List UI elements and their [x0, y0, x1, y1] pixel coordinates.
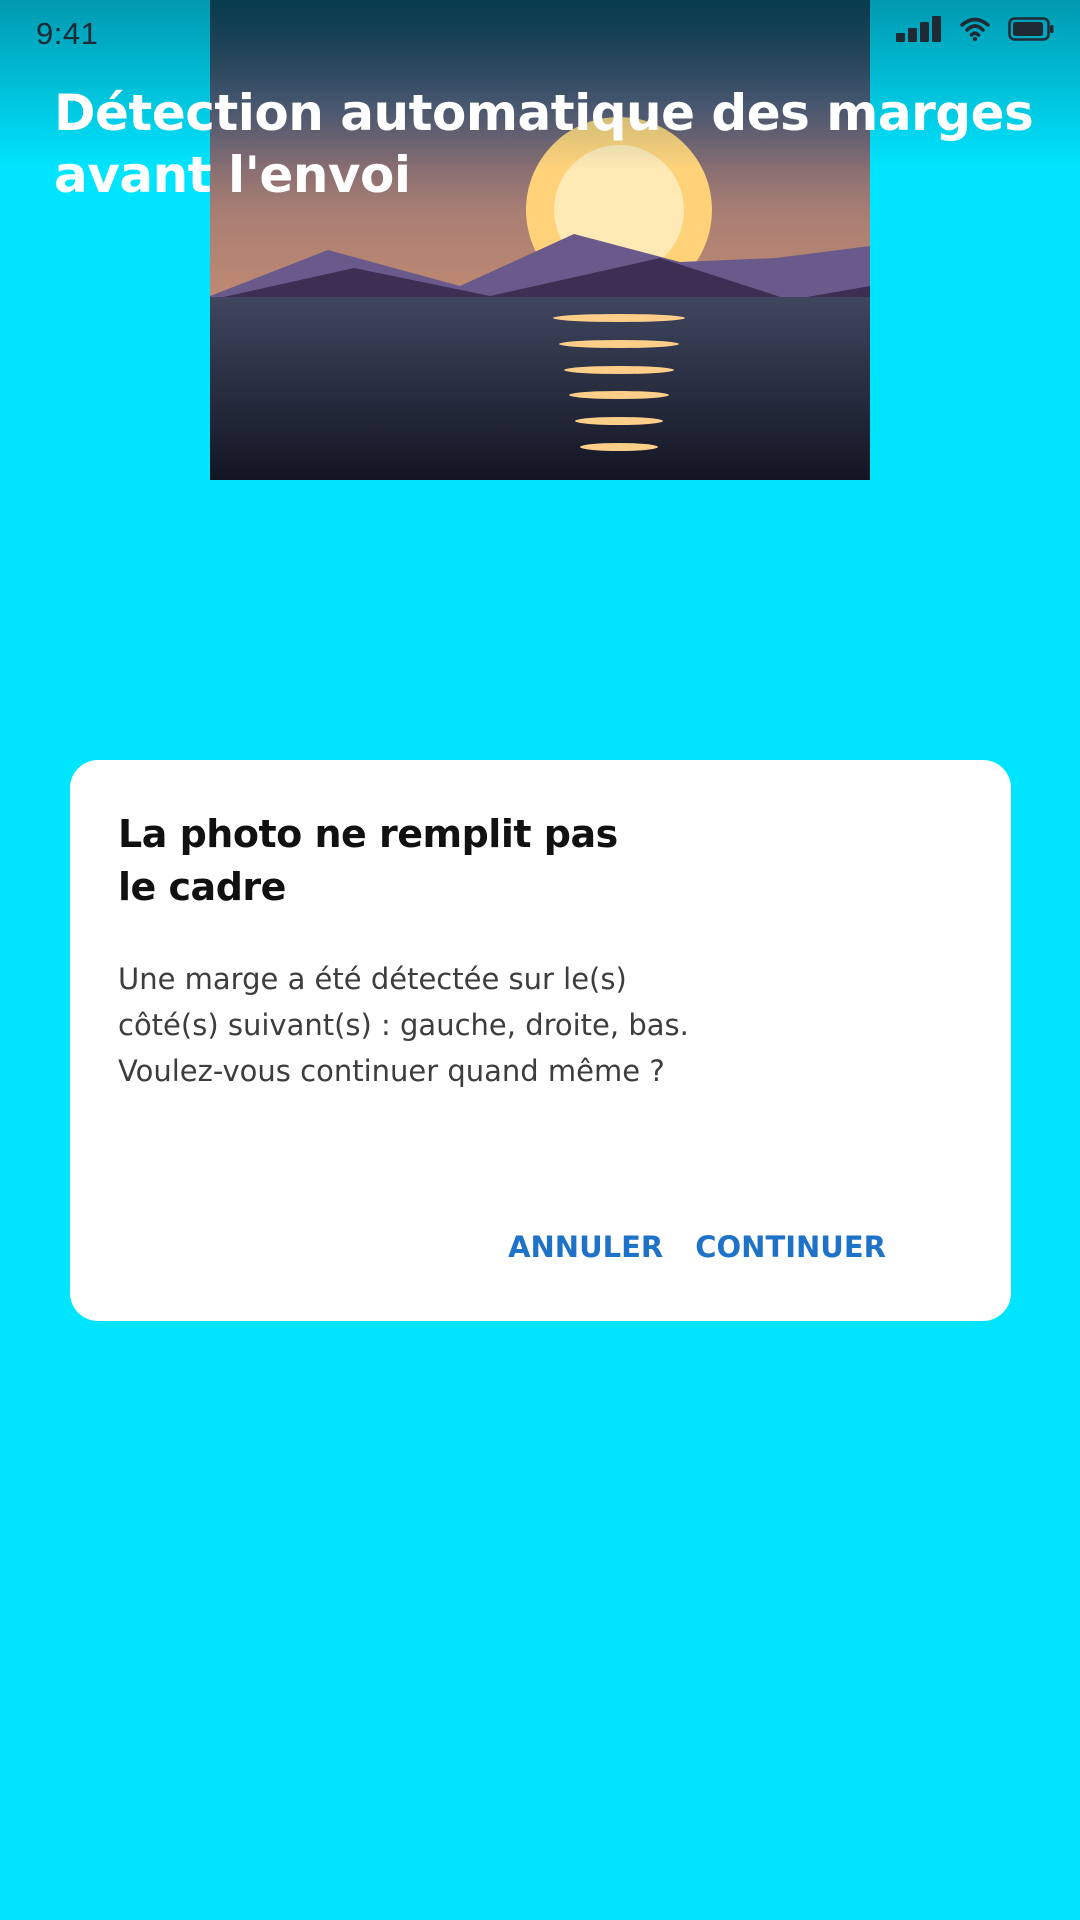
continue-button[interactable]: CONTINUER: [695, 1230, 886, 1264]
status-time: 9:41: [36, 16, 99, 51]
margin-warning-dialog: La photo ne remplit pas le cadre Une mar…: [70, 760, 1011, 1321]
sunset-photo: [210, 0, 870, 480]
dialog-title-line: le cadre: [118, 865, 286, 909]
dialog-message-line: Une marge a été détectée sur le(s): [118, 962, 627, 996]
wifi-icon: [960, 17, 990, 42]
dialog-title: La photo ne remplit pas le cadre: [118, 808, 678, 914]
battery-icon: [1008, 17, 1054, 41]
dialog-message-line: Voulez-vous continuer quand même ?: [118, 1054, 665, 1088]
signal-icon: [896, 16, 941, 42]
dialog-title-line: La photo ne remplit pas: [118, 812, 618, 856]
sunset-over-lake-image: [210, 0, 870, 480]
screen-title: Détection automatique des marges avant l…: [54, 84, 1034, 204]
dialog-actions: ANNULER CONTINUER: [508, 1230, 886, 1264]
status-bar: 9:41: [0, 0, 1080, 70]
dialog-message: Une marge a été détectée sur le(s) côté(s…: [118, 956, 758, 1094]
cancel-button[interactable]: ANNULER: [508, 1230, 663, 1264]
status-icons: [896, 16, 1054, 42]
dialog-message-line: côté(s) suivant(s) : gauche, droite, bas…: [118, 1008, 689, 1042]
